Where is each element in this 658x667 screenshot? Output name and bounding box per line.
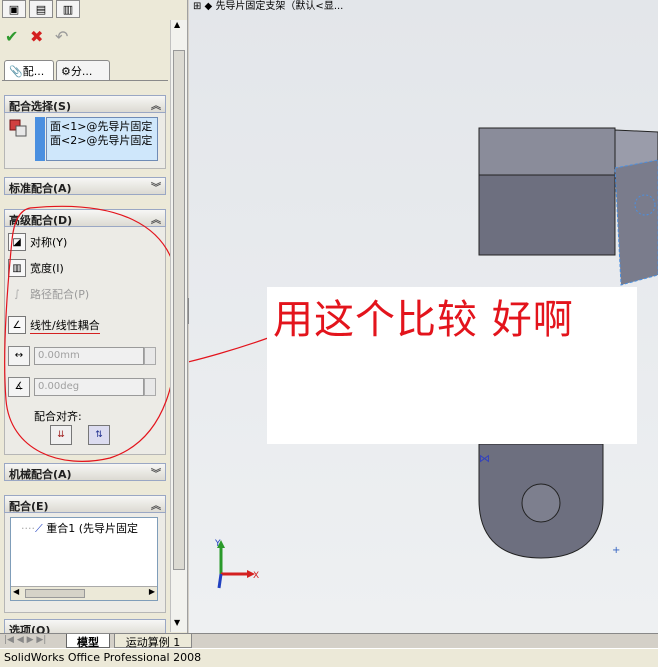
status-bar: SolidWorks Office Professional 2008 bbox=[0, 648, 658, 667]
collapse-chevron-icon[interactable]: ︽ bbox=[151, 497, 161, 512]
cancel-x-icon[interactable]: ✖ bbox=[30, 27, 43, 46]
configuration-manager-tab-icon[interactable]: ▥ bbox=[56, 0, 80, 18]
vertical-scrollbar[interactable]: ▲ ▼ bbox=[170, 20, 187, 632]
paperclip-icon: 📎 bbox=[9, 65, 23, 78]
selection-item[interactable]: 面<2>@先导片固定 bbox=[50, 134, 154, 148]
feature-manager-tab-icon[interactable]: ▣ bbox=[2, 0, 26, 18]
annotation-box: 用这个比较 好啊 bbox=[267, 287, 637, 444]
bottom-tab-bar: |◀ ◀ ▶ ▶| 模型 运动算例 1 bbox=[0, 633, 658, 649]
property-manager: ▣ ▤ ▥ ✔ ✖ ↶ 📎配... ⚙分... 配合选择(S) ︽ 面<1>@先… bbox=[0, 0, 188, 633]
expand-chevron-icon[interactable]: ︾ bbox=[151, 179, 161, 194]
view-triad: Y X bbox=[214, 539, 259, 589]
graphics-area[interactable]: ⊞ ◆ 先导片固定支架（默认<显... ⋈ + 用这个比较 好啊 Y X bbox=[189, 0, 658, 633]
horizontal-scrollbar[interactable]: ◀ ▶ bbox=[11, 586, 157, 600]
tab-mates[interactable]: 📎配... bbox=[4, 60, 54, 80]
selection-item[interactable]: 面<1>@先导片固定 bbox=[50, 120, 154, 134]
mechanical-mates-header[interactable]: 机械配合(A) ︾ bbox=[4, 463, 166, 481]
gear-icon: ⚙ bbox=[61, 65, 71, 78]
triad-x-label: X bbox=[253, 571, 259, 581]
expand-chevron-icon[interactable]: ︾ bbox=[151, 465, 161, 480]
standard-mates-header[interactable]: 标准配合(A) ︾ bbox=[4, 177, 166, 195]
mates-header[interactable]: 配合(E) ︽ bbox=[4, 495, 166, 513]
tab-analysis[interactable]: ⚙分... bbox=[56, 60, 110, 80]
annotation-text: 用这个比较 好啊 bbox=[273, 297, 574, 343]
mate-selections-header[interactable]: 配合选择(S) ︽ bbox=[4, 95, 166, 113]
scroll-up-icon[interactable]: ▲ bbox=[174, 20, 180, 29]
options-header[interactable]: 选项(O) bbox=[4, 619, 166, 633]
ok-check-icon[interactable]: ✔ bbox=[5, 27, 18, 46]
tab-divider bbox=[2, 80, 168, 81]
mate-entities-icon bbox=[8, 118, 28, 138]
scroll-right-icon[interactable]: ▶ bbox=[149, 587, 155, 596]
tab-model[interactable]: 模型 bbox=[66, 634, 110, 649]
collapse-chevron-icon[interactable]: ︽ bbox=[151, 97, 161, 112]
tab-motion-study[interactable]: 运动算例 1 bbox=[114, 634, 192, 649]
scroll-down-icon[interactable]: ▼ bbox=[174, 618, 180, 627]
list-item[interactable]: ····⟋ 重合1 (先导片固定 bbox=[21, 520, 138, 536]
scroll-thumb[interactable] bbox=[173, 50, 185, 570]
mate-selections-list[interactable]: 面<1>@先导片固定 面<2>@先导片固定 bbox=[46, 117, 158, 161]
triad-y-label: Y bbox=[214, 539, 221, 549]
coincident-mate-icon: ⟋ bbox=[35, 522, 43, 535]
scroll-thumb[interactable] bbox=[25, 589, 85, 598]
undo-icon[interactable]: ↶ bbox=[55, 27, 68, 46]
status-text: SolidWorks Office Professional 2008 bbox=[4, 651, 202, 664]
selection-active-indicator bbox=[35, 117, 45, 161]
tab-nav-arrows-icon[interactable]: |◀ ◀ ▶ ▶| bbox=[4, 635, 46, 645]
property-manager-tab-icon[interactable]: ▤ bbox=[29, 0, 53, 18]
annotation-ellipse bbox=[4, 205, 180, 462]
scroll-left-icon[interactable]: ◀ bbox=[13, 587, 19, 596]
mates-list[interactable]: ····⟋ 重合1 (先导片固定 ◀ ▶ bbox=[10, 517, 158, 601]
